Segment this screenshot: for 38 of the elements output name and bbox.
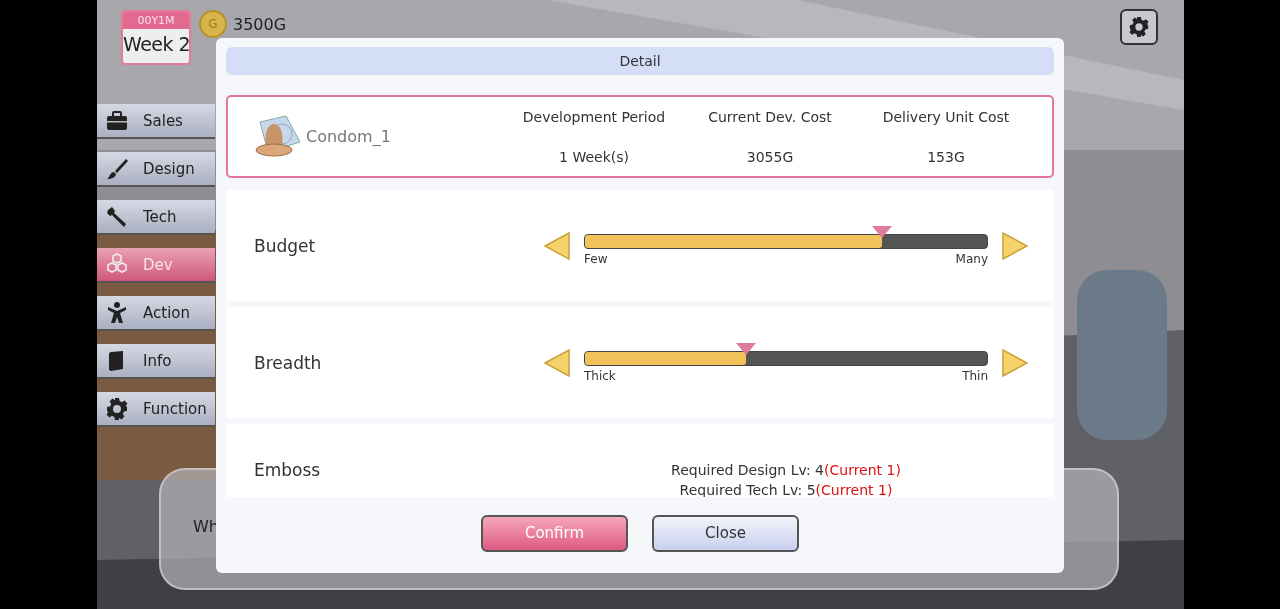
stat-label: Delivery Unit Cost (881, 108, 1011, 125)
stat-value: 153G (926, 148, 966, 165)
person-icon (105, 300, 129, 325)
settings-icon (1128, 16, 1150, 38)
sidebar-item[interactable]: Action (97, 296, 215, 331)
settings-button[interactable] (1120, 9, 1158, 45)
option-label: Emboss (254, 459, 322, 480)
sidebar-item[interactable]: Info (97, 344, 215, 379)
sidebar-item[interactable]: Tech (97, 200, 215, 235)
product-name: Condom_1 (306, 127, 392, 146)
min-label: Few (584, 251, 608, 266)
week-label: Week 2 (123, 32, 189, 57)
wrench-icon (105, 204, 129, 229)
stat-label: Development Period (521, 108, 667, 125)
slider-track[interactable] (584, 233, 988, 249)
min-label: Thick (584, 368, 616, 383)
close-button[interactable]: Close (652, 514, 799, 552)
option-label: Breadth (254, 352, 323, 373)
max-label: Thin (962, 368, 988, 383)
briefcase-icon (105, 108, 129, 133)
stat-label: Current Dev. Cost (707, 108, 833, 125)
slider-track[interactable] (584, 350, 988, 366)
sidebar-item[interactable]: Sales (97, 104, 215, 139)
brush-icon (105, 156, 129, 181)
slider-thumb[interactable] (735, 342, 756, 355)
requirement-text: Required Tech Lv: 5(Current 1) (679, 481, 893, 497)
option-label: Budget (254, 235, 317, 256)
max-label: Many (955, 251, 988, 266)
month-label: 00Y1M (123, 12, 189, 29)
settings-icon (105, 396, 129, 421)
sidebar-item[interactable]: Design (97, 152, 215, 187)
money-amount: 3500G (233, 14, 287, 34)
requirement-text: Required Design Lv: 4(Current 1) (671, 461, 901, 480)
stat-value: 3055G (745, 148, 795, 165)
slider-thumb[interactable] (872, 225, 893, 238)
sidebar-item[interactable]: Function (97, 392, 215, 427)
stat-value: 1 Week(s) (558, 148, 630, 165)
dialog-title: Detail (226, 47, 1054, 75)
